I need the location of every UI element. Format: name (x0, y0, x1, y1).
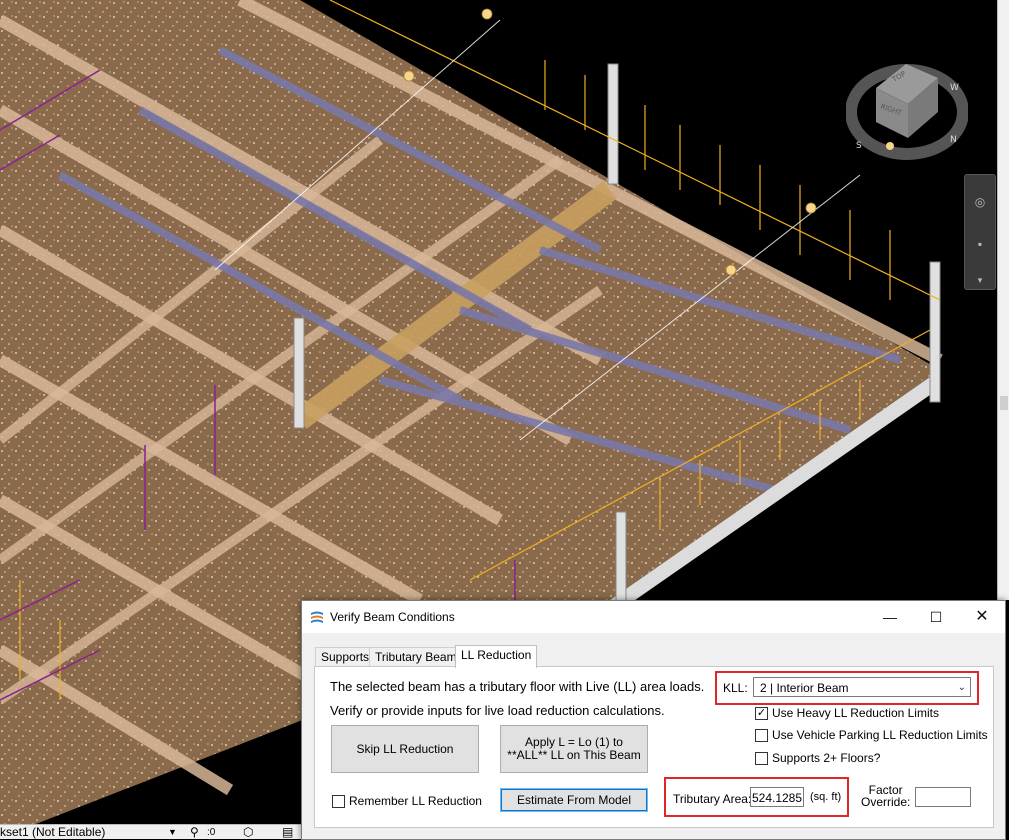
view-cube[interactable]: TOP RIGHT W N S (846, 50, 968, 162)
apply-button-label-2: **ALL** LL on This Beam (507, 748, 641, 762)
factor-label-line-2: Override: (861, 795, 911, 809)
dialog-titlebar[interactable]: Verify Beam Conditions — ☐ ✕ (302, 601, 1005, 633)
factor-override-input[interactable] (915, 787, 971, 807)
kll-selected-value: 2 | Interior Beam (760, 681, 849, 695)
description-line-2: Verify or provide inputs for live load r… (330, 703, 665, 718)
kll-dropdown[interactable]: 2 | Interior Beam ⌄ (753, 677, 971, 697)
nav-options-icon[interactable]: ▾ (969, 269, 991, 291)
tab-tributary-beams[interactable]: Tributary Beams (369, 647, 469, 667)
scrollbar-thumb[interactable] (1000, 396, 1008, 410)
checkbox-icon[interactable] (755, 752, 768, 765)
design-option-icon[interactable]: ⬡ (243, 825, 253, 839)
estimate-from-model-button[interactable]: Estimate From Model (500, 788, 648, 812)
chevron-down-icon[interactable]: ▼ (168, 825, 177, 839)
estimate-button-label: Estimate From Model (516, 793, 632, 807)
svg-text:W: W (950, 83, 959, 93)
ll-reduction-panel: The selected beam has a tributary floor … (314, 666, 994, 828)
zoom-icon[interactable]: ▪ (969, 233, 991, 255)
vehicle-parking-label: Use Vehicle Parking LL Reduction Limits (772, 728, 988, 742)
remember-ll-reduction-label: Remember LL Reduction (349, 794, 482, 808)
kll-highlight: KLL: 2 | Interior Beam ⌄ (715, 671, 979, 705)
supports-floors-label: Supports 2+ Floors? (772, 751, 881, 765)
description-line-1: The selected beam has a tributary floor … (330, 679, 705, 694)
checkbox-checked-icon[interactable]: ✓ (755, 707, 768, 720)
checkbox-icon[interactable] (332, 795, 345, 808)
close-button[interactable]: ✕ (960, 601, 1004, 633)
skip-ll-reduction-button[interactable]: Skip LL Reduction (331, 725, 479, 773)
editing-requests-icon[interactable]: ▤ (282, 825, 293, 839)
tributary-area-label: Tributary Area: (673, 792, 752, 806)
tributary-area-unit: (sq. ft) (810, 791, 842, 803)
maximize-button[interactable]: ☐ (914, 601, 958, 633)
skip-button-label: Skip LL Reduction (356, 742, 454, 756)
kll-label: KLL: (723, 681, 748, 695)
tab-ll-reduction[interactable]: LL Reduction (455, 645, 538, 668)
svg-text:S: S (856, 141, 862, 151)
workset-selector[interactable]: kset1 (Not Editable) (0, 825, 105, 839)
tributary-area-input[interactable]: 524.1285 (750, 787, 804, 807)
app-logo-icon (311, 611, 323, 623)
tab-supports[interactable]: Supports (315, 647, 376, 667)
vertical-scrollbar[interactable] (997, 0, 1009, 600)
steering-wheel-icon[interactable]: ◎ (969, 191, 991, 213)
factor-override-label: Factor Override: (861, 784, 910, 808)
chevron-down-icon[interactable]: ⌄ (958, 678, 966, 698)
tributary-area-highlight: Tributary Area: 524.1285 (sq. ft) (664, 777, 849, 817)
navigation-bar: ◎ ▪ ▾ (964, 174, 996, 290)
status-bar: kset1 (Not Editable) ▼ ⚲ :0 ⬡ ▤ (0, 824, 310, 839)
filter-icon[interactable]: ⚲ (190, 825, 199, 839)
verify-beam-conditions-dialog: Verify Beam Conditions — ☐ ✕ Supports Tr… (301, 600, 1006, 840)
checkbox-icon[interactable] (755, 729, 768, 742)
dialog-title: Verify Beam Conditions (330, 610, 455, 624)
minimize-button[interactable]: — (868, 601, 912, 633)
svg-text:N: N (950, 135, 957, 145)
heavy-ll-label: Use Heavy LL Reduction Limits (772, 706, 939, 720)
apply-lo-button[interactable]: Apply L = Lo (1) to **ALL** LL on This B… (500, 725, 648, 773)
